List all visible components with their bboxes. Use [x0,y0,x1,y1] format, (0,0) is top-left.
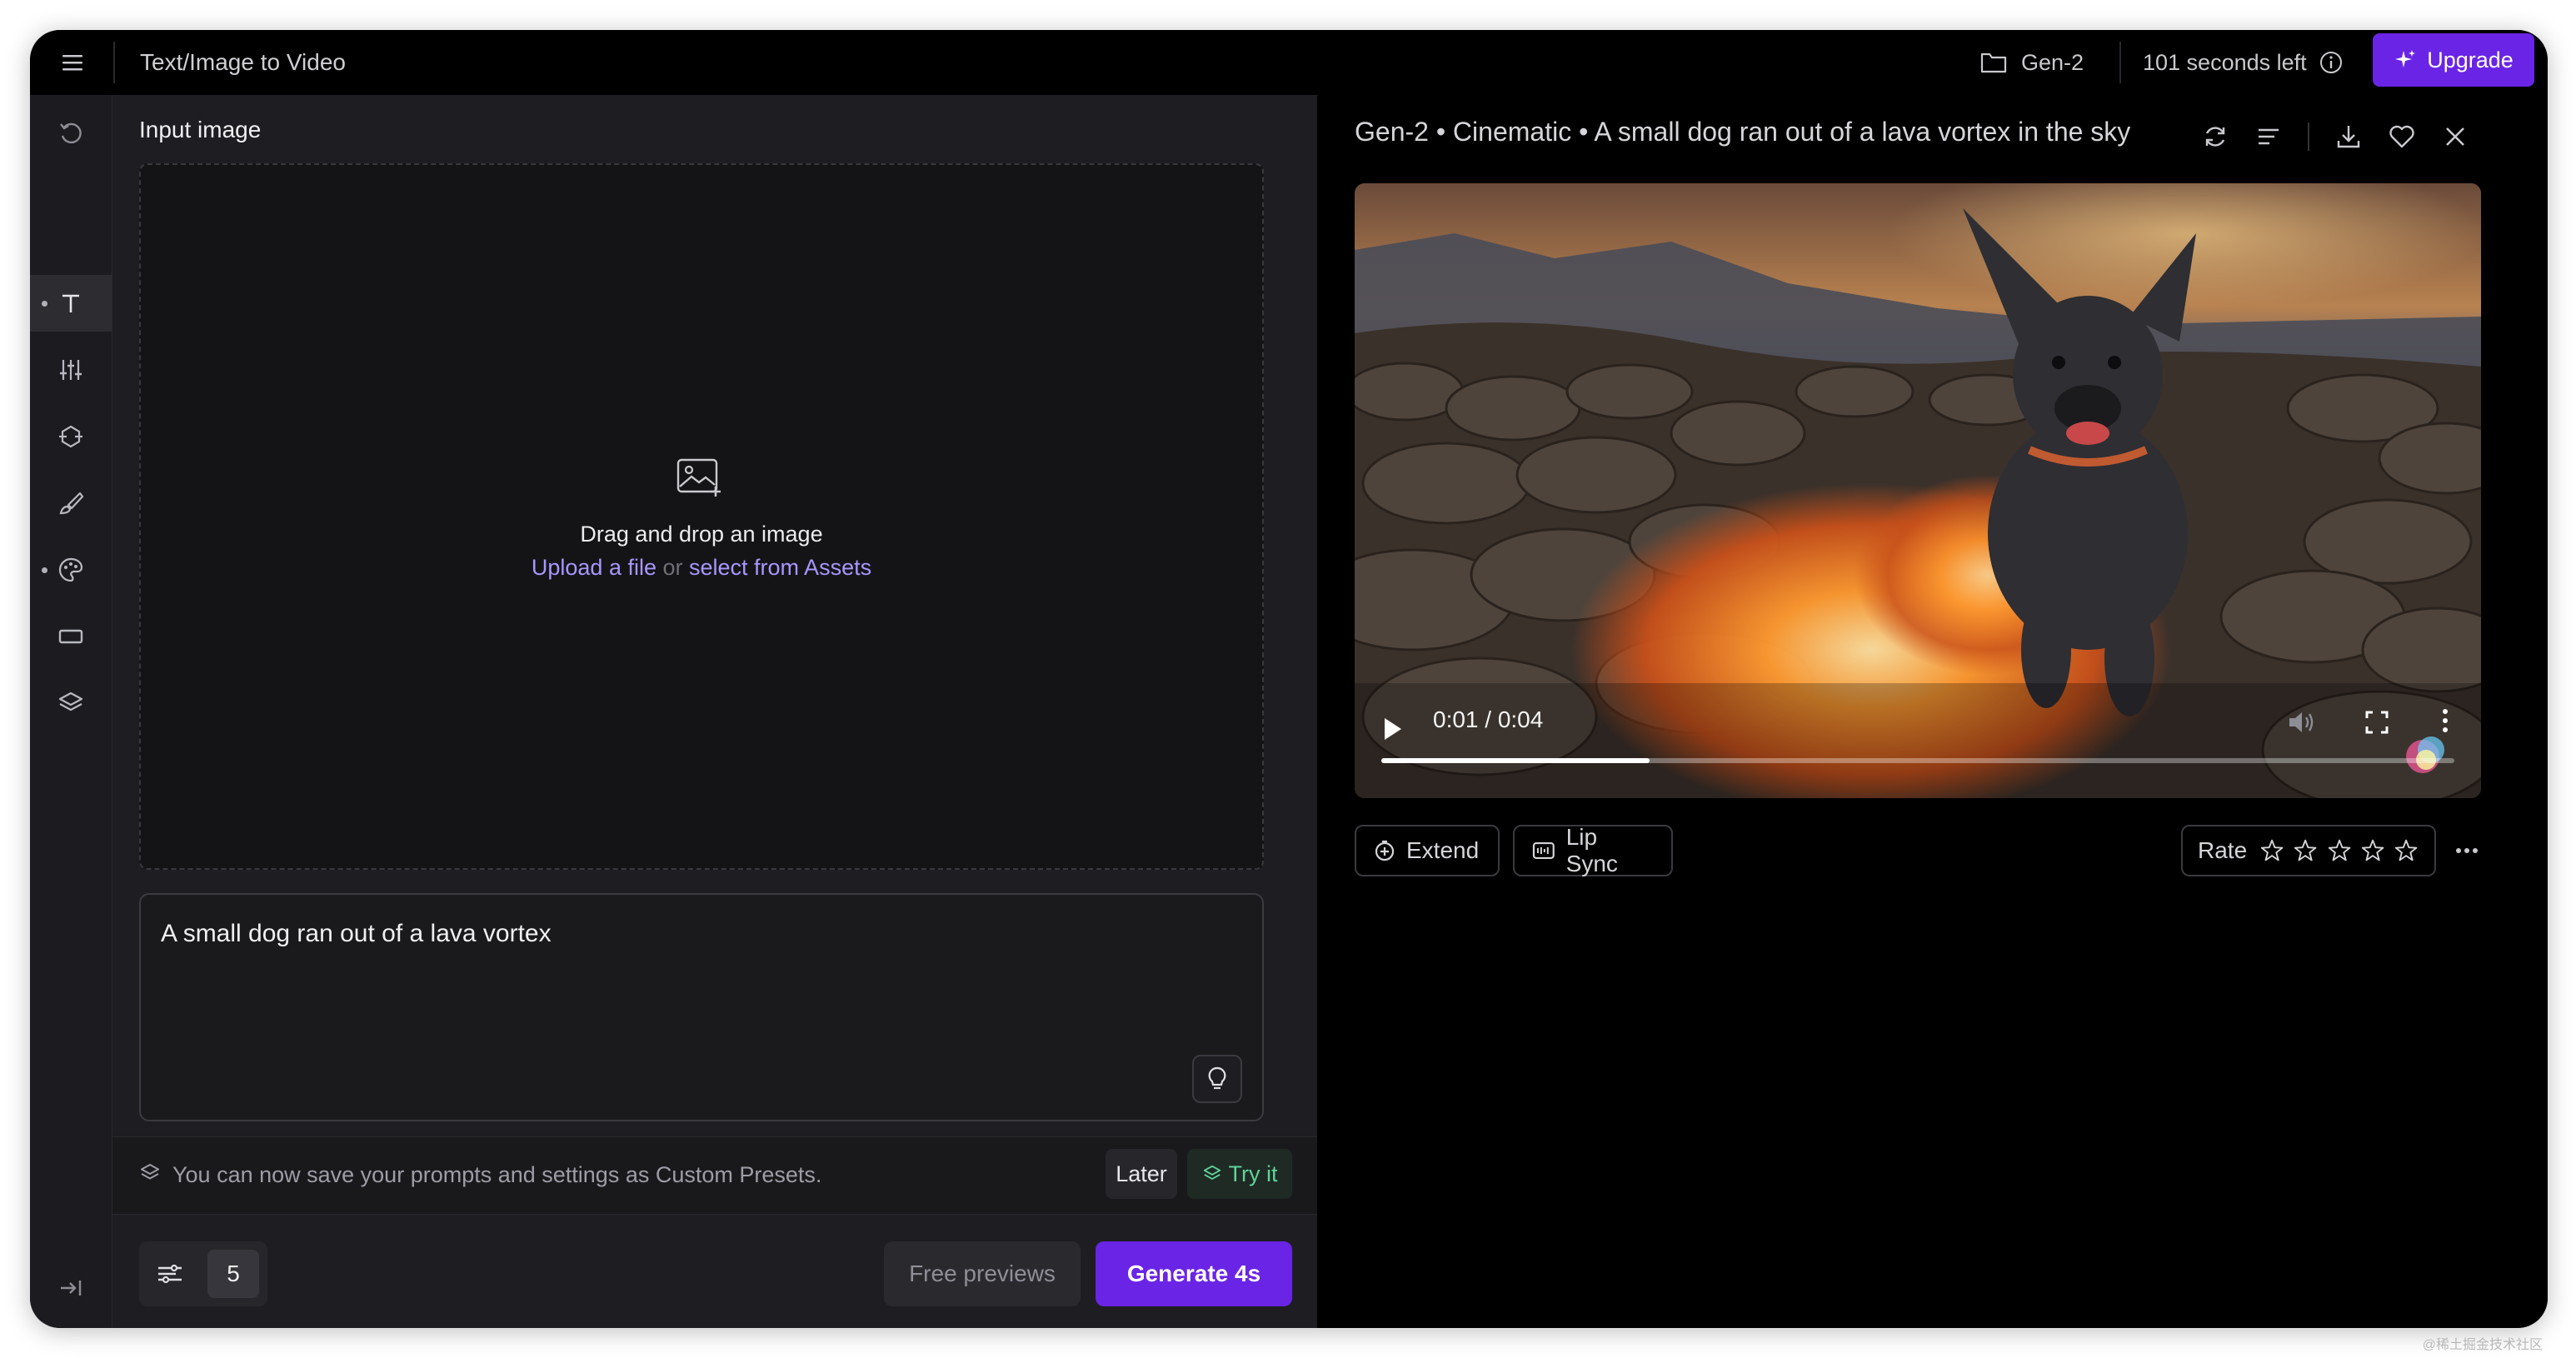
extend-label: Extend [1406,837,1480,863]
app-window: Text/Image to Video Gen-2 101 seconds le… [30,30,2548,1328]
input-panel: Input image Drag and drop an image Uploa… [112,95,1317,1328]
image-dropzone[interactable]: Drag and drop an image Upload a file or … [139,163,1264,870]
history-icon [60,122,82,144]
try-it-label: Try it [1228,1161,1278,1186]
fullscreen-icon[interactable] [2363,708,2391,736]
lip-sync-button[interactable]: Lip Sync [1513,824,1673,876]
star-icon[interactable] [2326,836,2353,865]
sidebar-item-aspect-ratio[interactable] [30,608,112,665]
generate-button[interactable]: Generate 4s [1096,1241,1292,1306]
heart-icon[interactable] [2388,122,2416,151]
sidebar-collapse-button[interactable] [30,1260,112,1316]
collapse-icon [61,1281,82,1296]
divider [2119,42,2121,83]
generation-count[interactable]: 5 [207,1250,259,1298]
more-options-icon[interactable] [2454,838,2479,863]
or-text: or [656,555,690,580]
star-icon[interactable] [2259,836,2285,865]
sliders-icon [60,360,82,380]
later-button[interactable]: Later [1106,1149,1177,1199]
active-dot [42,301,47,307]
palette-icon [58,557,83,582]
divider [113,42,115,83]
output-toolbar [2201,120,2469,153]
layers-icon [1203,1165,1221,1180]
details-icon[interactable] [2254,122,2283,151]
free-previews-button[interactable]: Free previews [884,1241,1081,1306]
lightbulb-icon [1208,1066,1226,1090]
sidebar-item-camera-motion[interactable] [30,408,112,465]
sidebar-item-settings[interactable] [30,342,112,398]
select-assets-link[interactable]: select from Assets [689,555,871,580]
notice-text: You can now save your prompts and settin… [172,1162,822,1187]
video-progress-track[interactable] [1381,758,2454,763]
prompt-textarea[interactable]: A small dog ran out of a lava vortex [139,893,1264,1121]
seconds-left: 101 seconds left [2143,49,2307,75]
lip-sync-icon [1532,842,1555,859]
dropzone-instruction: Drag and drop an image [580,522,823,547]
project-selector[interactable]: Gen-2 [1979,45,2084,80]
video-progress-fill [1381,758,1650,763]
star-icon[interactable] [2359,836,2386,865]
folder-icon [1980,52,2007,73]
watermark: @稀土掘金技术社区 [2422,1338,2543,1352]
rating-control: Rate [2181,825,2436,876]
extend-icon [1375,840,1395,861]
upload-file-link[interactable]: Upload a file [532,555,656,580]
tool-sidebar [30,95,112,1328]
close-icon[interactable] [2441,122,2469,151]
video-time: 0:01 / 0:04 [1433,706,1544,732]
upgrade-label: Upgrade [2427,47,2514,72]
output-title: Gen-2 • Cinematic • A small dog ran out … [1355,117,2131,147]
aspect-ratio-icon [58,629,83,644]
volume-icon[interactable] [2286,708,2318,736]
upgrade-button[interactable]: Upgrade [2373,33,2534,87]
input-image-label: Input image [139,117,262,142]
brush-icon [59,492,84,515]
sidebar-item-motion-brush[interactable] [30,475,112,532]
add-image-icon [676,458,721,497]
try-it-button[interactable]: Try it [1187,1149,1292,1199]
star-icon[interactable] [2292,836,2319,865]
output-panel: Gen-2 • Cinematic • A small dog ran out … [1318,95,2548,1328]
menu-icon[interactable] [58,48,87,77]
layers-icon [58,691,83,711]
settings-sliders-icon [158,1264,182,1284]
prompt-tips-button[interactable] [1192,1055,1242,1103]
sidebar-item-text[interactable] [30,275,112,332]
sparkle-icon [2395,50,2416,67]
camera-motion-icon [59,425,82,448]
star-icon[interactable] [2393,836,2419,865]
dropzone-actions: Upload a file or select from Assets [141,555,1262,581]
project-name: Gen-2 [2021,49,2084,75]
prompt-text[interactable]: A small dog ran out of a lava vortex [161,920,552,948]
video-player[interactable]: 0:01 / 0:04 [1355,183,2481,798]
generate-bar: 5 Free previews Generate 4s [112,1215,1317,1328]
lip-sync-label: Lip Sync [1565,824,1618,876]
generation-settings[interactable]: 5 [139,1241,267,1306]
layers-icon [141,1164,159,1180]
sidebar-item-history[interactable] [30,105,112,162]
download-icon[interactable] [2334,122,2363,151]
divider [2308,122,2309,151]
info-icon[interactable] [2319,50,2344,75]
active-dot [42,567,47,573]
extend-button[interactable]: Extend [1355,825,1500,876]
refresh-icon[interactable] [2201,122,2229,151]
page-title: Text/Image to Video [140,49,346,75]
video-options-icon[interactable] [2439,706,2451,735]
sidebar-item-presets[interactable] [30,675,112,731]
top-bar: Text/Image to Video Gen-2 101 seconds le… [30,30,2548,96]
credits-indicator: 101 seconds left [2143,45,2344,80]
play-icon[interactable] [1380,715,1405,743]
presets-notice: You can now save your prompts and settin… [112,1136,1317,1215]
rate-label: Rate [2198,837,2248,863]
sidebar-item-style[interactable] [30,542,112,598]
text-icon [62,294,79,312]
